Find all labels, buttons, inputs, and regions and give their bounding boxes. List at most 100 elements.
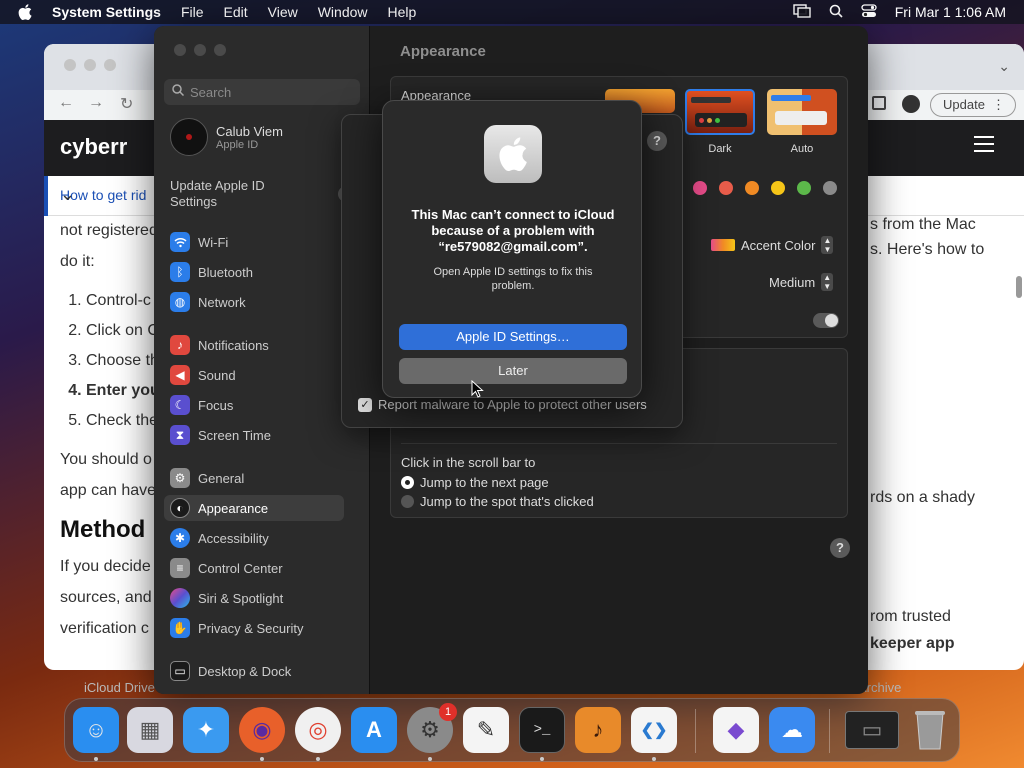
dock-separator xyxy=(829,709,830,753)
apple-menu-icon[interactable] xyxy=(18,4,36,20)
garageband-icon[interactable]: ♪ xyxy=(575,707,621,753)
update-apple-id-settings[interactable]: Update Apple ID Settings 1 xyxy=(170,178,360,210)
textedit-icon[interactable]: ✎ xyxy=(463,707,509,753)
menu-app-name[interactable]: System Settings xyxy=(52,4,161,20)
scroll-option-next-page[interactable]: Jump to the next page xyxy=(401,475,549,490)
accent-color-pink[interactable] xyxy=(693,181,707,195)
sidebar-icon-size-popup[interactable]: Medium ▲ ▼ xyxy=(769,273,834,291)
theme-auto-thumb[interactable] xyxy=(767,89,837,135)
gear-icon: ⚙ xyxy=(170,468,190,488)
system-settings-icon[interactable]: ⚙ 1 xyxy=(407,703,457,753)
launchpad-icon[interactable]: ▦ xyxy=(127,707,173,753)
chrome-icon[interactable]: ◎ xyxy=(295,707,341,753)
accent-color-yellow[interactable] xyxy=(771,181,785,195)
page-title: Appearance xyxy=(400,43,486,60)
reload-icon[interactable]: ↻ xyxy=(120,94,133,114)
terminal-icon[interactable]: >_ xyxy=(519,707,565,753)
accent-color-orange[interactable] xyxy=(745,181,759,195)
sidebar-item-control-center[interactable]: ≡ Control Center xyxy=(164,555,344,581)
scroll-option-label: Jump to the next page xyxy=(420,475,549,490)
radio-selected xyxy=(401,476,414,489)
trash-icon[interactable] xyxy=(907,707,953,753)
running-indicator xyxy=(540,757,544,761)
accent-color-red[interactable] xyxy=(719,181,733,195)
forward-icon[interactable]: → xyxy=(88,94,104,112)
theme-dark-thumb[interactable] xyxy=(685,89,755,135)
highlight-color-popup[interactable]: Accent Color ▲ ▼ xyxy=(711,236,834,254)
appearance-icon: ◐ xyxy=(170,498,190,518)
article-right-4: rom trusted xyxy=(870,608,951,625)
menu-edit[interactable]: Edit xyxy=(224,4,248,20)
dock-icon: ▭ xyxy=(170,661,190,681)
later-button[interactable]: Later xyxy=(399,358,627,384)
settings-search[interactable] xyxy=(164,79,360,105)
browser-scrollbar-thumb[interactable] xyxy=(1016,276,1022,298)
screen-mirroring-icon[interactable] xyxy=(793,3,811,21)
sidebar-item-focus[interactable]: ☾ Focus xyxy=(164,392,344,418)
menu-window[interactable]: Window xyxy=(318,4,368,20)
menu-help[interactable]: Help xyxy=(388,4,417,20)
speaker-icon: ◀ xyxy=(170,365,190,385)
article-right-3: rds on a shady xyxy=(870,489,975,506)
settings-badge: 1 xyxy=(439,703,457,721)
app-store-icon[interactable]: A xyxy=(351,707,397,753)
sidebar-item-general[interactable]: ⚙ General xyxy=(164,465,344,491)
update-apple-id-label: Update Apple ID Settings xyxy=(170,178,265,209)
wallpaper-tinting-toggle[interactable] xyxy=(813,313,839,328)
report-malware-checkbox[interactable]: ✓ Report malware to Apple to protect oth… xyxy=(358,397,647,412)
icloud-alert-dialog: This Mac can’t connect to iCloud because… xyxy=(382,100,642,398)
radio-unselected xyxy=(401,495,414,508)
accent-color-graphite[interactable] xyxy=(823,181,837,195)
sidebar-item-accessibility[interactable]: ✱ Accessibility xyxy=(164,525,344,551)
search-input[interactable] xyxy=(190,84,350,100)
firefox-icon[interactable]: ◉ xyxy=(239,707,285,753)
profile-icon[interactable] xyxy=(902,95,920,113)
help-button[interactable]: ? xyxy=(830,538,850,558)
sidebar-item-label: Focus xyxy=(198,397,234,413)
sidebar-item-label: Notifications xyxy=(198,337,269,353)
sidebar-item-siri[interactable]: Siri & Spotlight xyxy=(164,585,344,611)
browser-traffic-lights[interactable] xyxy=(64,59,116,71)
menu-clock[interactable]: Fri Mar 1 1:06 AM xyxy=(895,4,1006,20)
sidebar-item-notifications[interactable]: ♪ Notifications xyxy=(164,332,344,358)
hand-icon: ✋ xyxy=(170,618,190,638)
sidebar-item-wifi[interactable]: Wi-Fi xyxy=(164,229,344,255)
screenshot-window-icon[interactable]: ▭ xyxy=(845,711,899,749)
scroll-option-spot[interactable]: Jump to the spot that's clicked xyxy=(401,494,594,509)
menu-view[interactable]: View xyxy=(268,4,298,20)
apple-id-user[interactable]: Calub Viem Apple ID xyxy=(170,118,283,156)
sheet-help-button[interactable]: ? xyxy=(647,131,667,151)
alert-message: Open Apple ID settings to fix this probl… xyxy=(433,266,593,292)
vscode-icon[interactable]: ❮❯ xyxy=(631,707,677,753)
spotlight-search-icon[interactable] xyxy=(829,4,843,21)
control-center-icon[interactable] xyxy=(861,3,877,21)
sidebar-item-network[interactable]: ◍ Network xyxy=(164,289,344,315)
sidebar-item-label: Sound xyxy=(198,367,236,383)
apple-id-settings-button[interactable]: Apple ID Settings… xyxy=(399,324,627,350)
settings-traffic-lights[interactable] xyxy=(174,44,226,56)
checkbox-checked-icon: ✓ xyxy=(358,397,372,412)
sidebar-item-desktop-dock[interactable]: ▭ Desktop & Dock xyxy=(164,658,344,684)
weather-icon[interactable]: ☁ xyxy=(769,707,815,753)
accent-color-green[interactable] xyxy=(797,181,811,195)
safari-icon[interactable]: ✦ xyxy=(183,707,229,753)
sidebar-item-privacy[interactable]: ✋ Privacy & Security xyxy=(164,615,344,641)
sidebar-item-screen-time[interactable]: ⧗ Screen Time xyxy=(164,422,344,448)
site-logo[interactable]: cyberr xyxy=(60,134,127,160)
menu-file[interactable]: File xyxy=(181,4,204,20)
search-icon xyxy=(172,83,185,101)
finder-icon[interactable]: ☺ xyxy=(73,707,119,753)
dock-separator xyxy=(695,709,696,753)
hamburger-menu-icon[interactable] xyxy=(974,136,994,152)
browser-update-label: Update xyxy=(943,97,985,112)
sidebar-item-sound[interactable]: ◀ Sound xyxy=(164,362,344,388)
sidebar-item-appearance[interactable]: ◐ Appearance xyxy=(164,495,344,521)
visual-studio-icon[interactable]: ◆ xyxy=(713,707,759,753)
user-subtitle: Apple ID xyxy=(216,138,259,151)
sidebar-item-label: Bluetooth xyxy=(198,264,253,280)
browser-update-button[interactable]: Update ⋮ xyxy=(930,93,1016,117)
sidebar-item-bluetooth[interactable]: ᛒ Bluetooth xyxy=(164,259,344,285)
back-icon[interactable]: ← xyxy=(58,94,74,112)
tab-dropdown-icon[interactable]: ⌄ xyxy=(998,58,1010,75)
sidebar-toggle-icon[interactable] xyxy=(872,96,886,110)
